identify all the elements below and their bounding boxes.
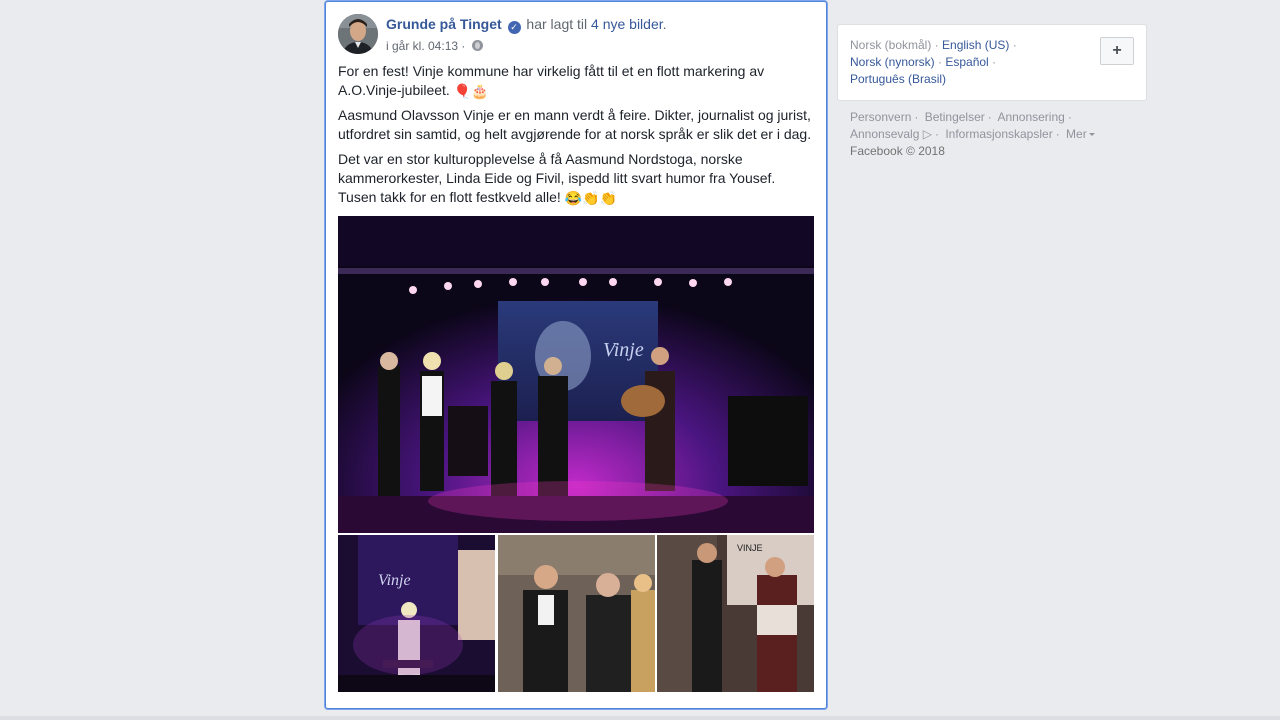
paragraph-text: Det var en stor kulturopplevelse å få Aa… (338, 151, 776, 205)
action-suffix: . (662, 16, 667, 32)
paragraph-text: For en fest! Vinje kommune har virkelig … (338, 63, 765, 98)
footer-link-betingelser[interactable]: Betingelser (925, 110, 985, 124)
footer-link-mer[interactable]: Mer (1066, 127, 1095, 141)
paragraph-text: Aasmund Olavsson Vinje er en mann verdt … (338, 107, 812, 142)
author-avatar[interactable] (338, 14, 378, 54)
current-language: Norsk (bokmål) (850, 38, 932, 52)
post-title-line: Grunde på Tinget ✓ har lagt til 4 nye bi… (386, 15, 814, 34)
language-link-norsk-nynorsk[interactable]: Norsk (nynorsk) (850, 55, 935, 69)
main-photo[interactable]: Vinje (338, 216, 814, 533)
photos-link[interactable]: 4 nye bilder (591, 16, 663, 32)
post-text: For en fest! Vinje kommune har virkelig … (338, 62, 816, 213)
svg-text:Vinje: Vinje (603, 339, 644, 361)
language-list: Norsk (bokmål) · English (US) · Norsk (n… (850, 38, 1017, 86)
language-link-espanol[interactable]: Español (945, 55, 988, 69)
language-link-portugues-brasil[interactable]: Português (Brasil) (850, 72, 946, 86)
post-meta: i går kl. 04:13 · (386, 38, 814, 54)
header-text: Grunde på Tinget ✓ har lagt til 4 nye bi… (386, 15, 814, 54)
thumbnail-photo-2[interactable] (498, 535, 655, 692)
footer-link-personvern[interactable]: Personvern (850, 110, 911, 124)
adchoices-icon: ▷ (922, 127, 932, 141)
thumbnail-photo-3[interactable]: VINJE (657, 535, 814, 692)
footer-link-annonsevalg[interactable]: Annonsevalg (850, 127, 919, 141)
add-language-button[interactable]: + (1100, 37, 1134, 65)
balloon-cake-emoji: 🎈🎂 (453, 83, 489, 99)
thumbnail-photo-1[interactable]: Vinje (338, 535, 495, 692)
post-header: Grunde på Tinget ✓ har lagt til 4 nye bi… (338, 14, 814, 56)
post-paragraph: For en fest! Vinje kommune har virkelig … (338, 62, 816, 100)
language-selector: Norsk (bokmål) · English (US) · Norsk (n… (837, 24, 1147, 101)
post-card: Grunde på Tinget ✓ har lagt til 4 nye bi… (325, 1, 827, 709)
author-name-link[interactable]: Grunde på Tinget (386, 16, 502, 32)
svg-text:VINJE: VINJE (737, 543, 763, 553)
more-label: Mer (1066, 127, 1087, 141)
footer-link-informasjonskapsler[interactable]: Informasjonskapsler (945, 127, 1052, 141)
laugh-clap-emoji: 😂👏👏 (564, 190, 617, 206)
post-paragraph: Aasmund Olavsson Vinje er en mann verdt … (338, 106, 816, 144)
copyright: Facebook © 2018 (850, 144, 945, 158)
post-paragraph: Det var en stor kulturopplevelse å få Aa… (338, 150, 816, 207)
verified-badge-icon: ✓ (507, 21, 521, 34)
bottom-strip (0, 716, 1280, 720)
svg-text:Vinje: Vinje (378, 572, 411, 589)
language-link-english-us[interactable]: English (US) (942, 38, 1009, 52)
footer-link-annonsering[interactable]: Annonsering (997, 110, 1064, 124)
globe-icon[interactable] (471, 40, 483, 51)
footer-links: Personvern · Betingelser · Annonsering · An… (850, 109, 1140, 160)
action-prefix: har lagt til (526, 16, 588, 32)
chevron-down-icon (1088, 133, 1095, 136)
timestamp-link[interactable]: i går kl. 04:13 · (386, 39, 465, 53)
